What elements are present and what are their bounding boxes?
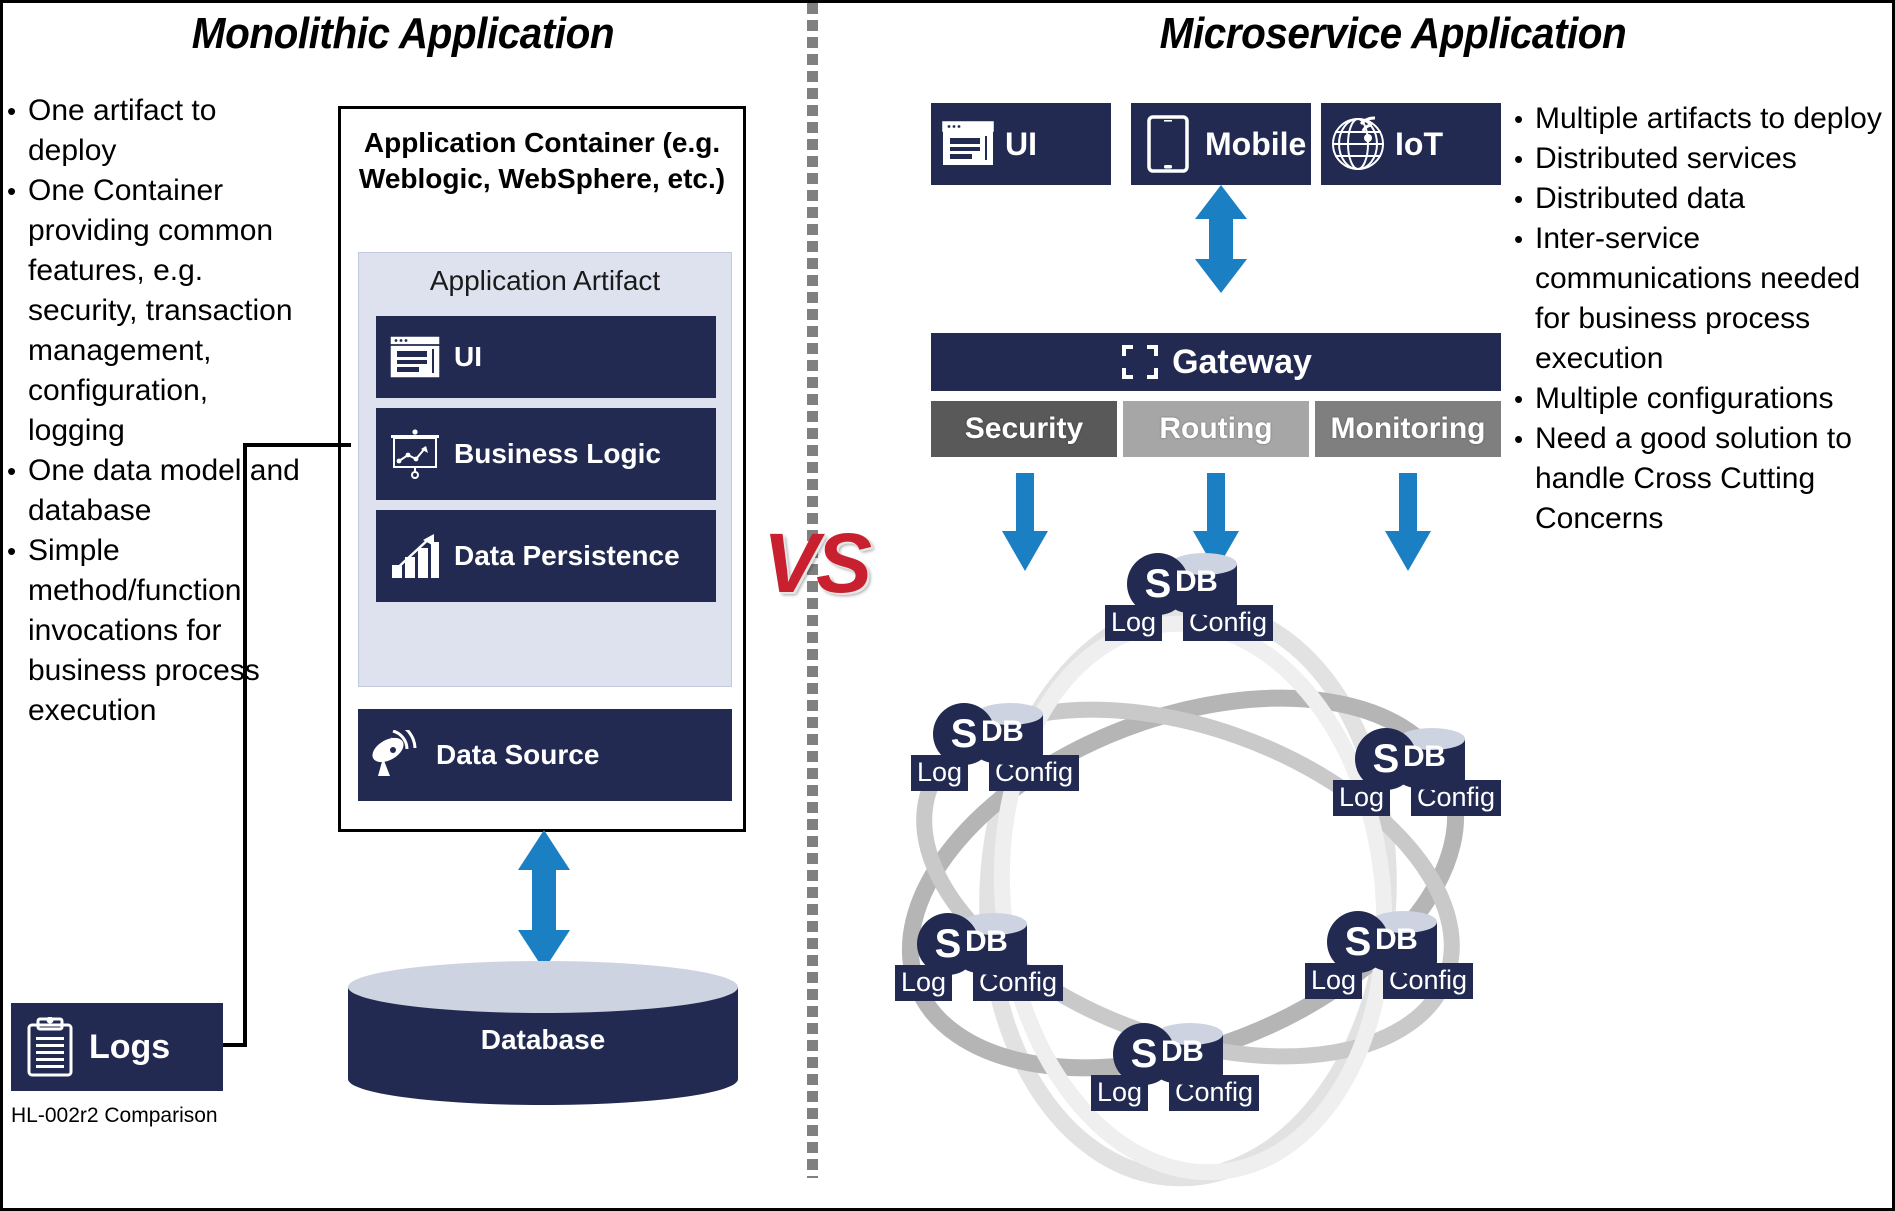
bar-chart-growth-icon — [376, 532, 454, 580]
block-business-logic[interactable]: Business Logic — [376, 408, 716, 500]
logs-box[interactable]: Logs — [11, 1003, 223, 1091]
list-item: Inter-service communications needed for … — [1514, 219, 1892, 379]
channel-iot-label: IoT — [1395, 125, 1443, 162]
service-node[interactable]: S DB Log Config — [1105, 553, 1275, 649]
list-item: Distributed services — [1514, 139, 1892, 179]
db-label: DB — [981, 715, 1024, 748]
channel-mobile-label: Mobile — [1205, 125, 1307, 162]
channel-ui-label: UI — [1005, 125, 1037, 162]
browser-window-icon — [931, 121, 1005, 167]
block-ui[interactable]: UI — [376, 316, 716, 398]
db-label: DB — [1161, 1035, 1204, 1068]
clipboard-icon — [11, 1017, 89, 1077]
gateway-label: Gateway — [1172, 342, 1312, 381]
db-label: DB — [965, 925, 1008, 958]
tablet-device-icon — [1131, 115, 1205, 173]
channel-mobile[interactable]: Mobile — [1131, 103, 1311, 185]
list-item: Multiple configurations — [1514, 379, 1892, 419]
gateway-bar[interactable]: Gateway — [931, 333, 1501, 391]
service-node[interactable]: S DB Log Config — [911, 703, 1081, 799]
channel-iot[interactable]: IoT — [1321, 103, 1501, 185]
service-node[interactable]: S DB Log Config — [1091, 1023, 1261, 1119]
block-business-logic-label: Business Logic — [454, 438, 661, 469]
diagram-canvas: Monolithic Application Microservice Appl… — [0, 0, 1895, 1211]
presentation-chart-icon — [376, 429, 454, 479]
gateway-feature-security[interactable]: Security — [931, 401, 1117, 457]
monolithic-panel-title: Monolithic Application — [191, 9, 615, 58]
db-label: DB — [1403, 740, 1446, 773]
block-ui-label: UI — [454, 341, 482, 372]
application-artifact-box: Application Artifact UI Business Logic D… — [358, 252, 732, 687]
database-label: Database — [480, 1024, 606, 1055]
globe-wifi-icon — [1321, 116, 1395, 172]
list-item: Need a good solution to handle Cross Cut… — [1514, 419, 1892, 539]
gateway-feature-monitoring[interactable]: Monitoring — [1315, 401, 1501, 457]
application-artifact-title: Application Artifact — [429, 265, 661, 296]
channel-ui[interactable]: UI — [931, 103, 1111, 185]
list-item: One Container providing common features,… — [7, 171, 307, 451]
service-node[interactable]: S DB Log Config — [1305, 911, 1475, 1007]
crop-frame-icon — [1120, 343, 1160, 381]
block-data-source-label: Data Source — [436, 739, 600, 770]
list-item: Multiple artifacts to deploy — [1514, 99, 1892, 139]
browser-window-icon — [376, 335, 454, 379]
list-item: Distributed data — [1514, 179, 1892, 219]
block-data-persistence-label: Data Persistence — [454, 540, 680, 571]
service-node[interactable]: S DB Log Config — [1333, 728, 1503, 824]
service-node[interactable]: S DB Log Config — [895, 913, 1065, 1009]
monitoring-down-arrow — [1385, 473, 1431, 571]
security-down-arrow — [1002, 473, 1048, 571]
logs-connector-arrow — [161, 443, 351, 1057]
logs-label: Logs — [89, 1027, 171, 1066]
gateway-feature-routing[interactable]: Routing — [1123, 401, 1309, 457]
service-mesh-network: S DB Log Config S DB Log Config S DB Log… — [833, 553, 1513, 1203]
application-container-box: Application Container (e.g. Weblogic, We… — [338, 106, 746, 832]
slide-caption: HL-002r2 Comparison — [11, 1104, 218, 1127]
application-container-title: Application Container (e.g. Weblogic, We… — [358, 127, 726, 194]
db-label: DB — [1375, 923, 1418, 956]
mobile-gateway-arrow — [1195, 185, 1247, 293]
block-data-source[interactable]: Data Source — [358, 709, 732, 801]
microservice-bullet-list: Multiple artifacts to deploy Distributed… — [1514, 99, 1892, 539]
data-source-database-arrow — [518, 830, 570, 970]
db-label: DB — [1175, 565, 1218, 598]
microservice-panel-title: Microservice Application — [1159, 9, 1627, 58]
block-data-persistence[interactable]: Data Persistence — [376, 510, 716, 602]
satellite-dish-icon — [358, 730, 436, 780]
list-item: One artifact to deploy — [7, 91, 307, 171]
